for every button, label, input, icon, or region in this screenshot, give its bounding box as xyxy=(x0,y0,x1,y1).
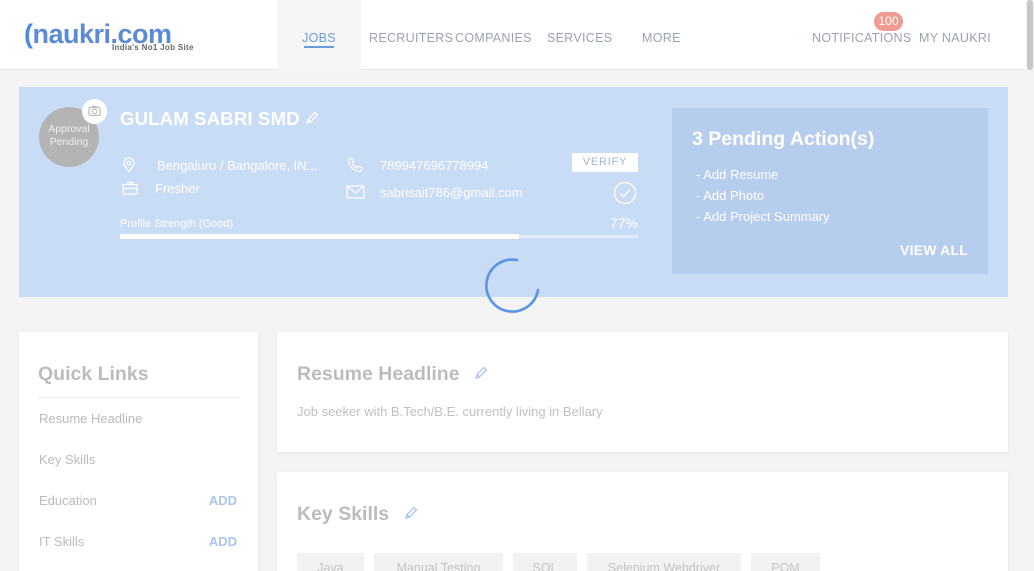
profile-experience: Fresher xyxy=(155,181,200,196)
edit-key-skills-pencil-icon[interactable] xyxy=(403,505,419,526)
resume-headline-title: Resume Headline xyxy=(297,363,460,385)
notification-badge: 100 xyxy=(874,12,903,31)
profile-name: GULAM SABRI SMD xyxy=(120,108,300,129)
key-skills-title: Key Skills xyxy=(297,503,390,525)
profile-location: Bengaluru / Bangalore, IN... xyxy=(157,158,318,173)
pending-item-add-photo[interactable]: - Add Photo xyxy=(696,188,764,203)
key-skills-section: Key Skills Java Manual Testing SQL Selen… xyxy=(277,472,1008,571)
pending-item-add-project-summary[interactable]: - Add Project Summary xyxy=(696,209,830,224)
nav-more[interactable]: MORE xyxy=(642,0,681,70)
quick-links-panel: Quick Links Resume Headline Key Skills E… xyxy=(19,332,258,571)
nav-my-naukri[interactable]: MY NAUKRI xyxy=(919,0,991,70)
profile-strength-bar xyxy=(120,234,638,239)
pending-actions-title: 3 Pending Action(s) xyxy=(692,128,875,150)
nav-active-underline xyxy=(304,46,334,48)
verify-phone-button[interactable]: VERIFY xyxy=(572,153,638,172)
skill-chip: SQL xyxy=(513,553,577,571)
profile-email: sabrisait786@gmail.com xyxy=(380,185,523,200)
it-skills-add-link[interactable]: ADD xyxy=(209,534,237,549)
skill-chip: Manual Testing xyxy=(374,553,503,571)
profile-strength-label: Profile Strength (Good) xyxy=(120,218,234,230)
quick-links-title: Quick Links xyxy=(38,363,149,385)
phone-icon xyxy=(347,157,363,178)
scrollbar-thumb[interactable] xyxy=(1027,0,1033,70)
pending-actions-panel: 3 Pending Action(s) - Add Resume - Add P… xyxy=(672,108,988,274)
profile-phone: 789947696778994 xyxy=(380,158,489,173)
page-scrollbar[interactable] xyxy=(1026,0,1034,571)
pending-item-add-resume[interactable]: - Add Resume xyxy=(696,167,778,182)
email-verified-check-icon xyxy=(613,181,637,210)
briefcase-icon xyxy=(122,181,138,200)
naukri-logo[interactable]: (naukri.com India's No1 Job Site xyxy=(24,20,193,52)
quick-link-resume-headline[interactable]: Resume Headline xyxy=(39,411,142,426)
quick-link-it-skills[interactable]: IT Skills xyxy=(39,534,84,549)
quick-link-education[interactable]: Education xyxy=(39,493,97,508)
nav-jobs[interactable]: JOBS xyxy=(277,0,361,70)
nav-jobs-label: JOBS xyxy=(302,31,336,45)
education-add-link[interactable]: ADD xyxy=(209,493,237,508)
top-header: (naukri.com India's No1 Job Site JOBS RE… xyxy=(0,0,1026,70)
edit-resume-headline-pencil-icon[interactable] xyxy=(473,365,489,386)
resume-headline-text: Job seeker with B.Tech/B.E. currently li… xyxy=(297,404,603,419)
profile-strength-value: 77% xyxy=(610,215,639,231)
location-pin-icon xyxy=(122,157,136,178)
skill-chip: Java xyxy=(297,553,364,571)
email-envelope-icon xyxy=(346,185,365,204)
quick-links-divider xyxy=(38,397,240,398)
nav-companies[interactable]: COMPANIES xyxy=(455,0,532,70)
loading-spinner-icon xyxy=(481,255,543,317)
resume-headline-section: Resume Headline Job seeker with B.Tech/B… xyxy=(277,332,1008,452)
nav-services[interactable]: SERVICES xyxy=(547,0,612,70)
edit-name-pencil-icon[interactable] xyxy=(304,110,320,131)
camera-icon[interactable] xyxy=(82,99,107,124)
profile-strength-bar-fill xyxy=(120,234,519,239)
logo-tagline: India's No1 Job Site xyxy=(112,43,194,52)
skill-chip: Selenium Webdriver xyxy=(587,553,741,571)
view-all-link[interactable]: VIEW ALL xyxy=(900,242,968,258)
skill-chip: POM xyxy=(751,553,820,571)
nav-recruiters[interactable]: RECRUITERS xyxy=(369,0,453,70)
quick-link-key-skills[interactable]: Key Skills xyxy=(39,452,95,467)
nav-notifications[interactable]: NOTIFICATIONS xyxy=(812,0,912,70)
